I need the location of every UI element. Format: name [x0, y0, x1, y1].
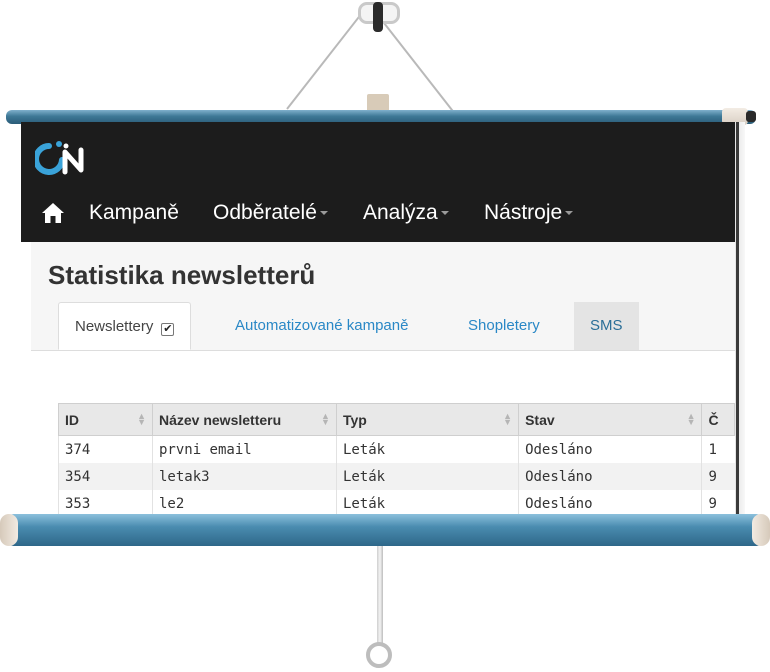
cell-typ: Leták [335, 490, 519, 517]
table-row[interactable]: 353 le2 Leták Odesláno 9 [58, 490, 735, 517]
projection-screen: Kampaně Odběratelé Analýza Nástroje Stat… [21, 122, 735, 518]
pull-rod [377, 546, 383, 646]
cell-typ: Leták [335, 435, 519, 463]
nav-label: Odběratelé [213, 201, 317, 224]
column-label: Typ [342, 411, 367, 428]
cell-extra: 9 [701, 463, 735, 490]
table-row[interactable]: 354 letak3 Leták Odesláno 9 [58, 463, 735, 490]
cell-extra: 1 [701, 435, 735, 463]
on-logo-icon[interactable] [33, 132, 95, 185]
cell-nazev: letak3 [151, 463, 337, 490]
bottom-roller-cap-right [752, 514, 770, 546]
page-title: Statistika newsletterů [48, 260, 316, 290]
hook-clip [373, 2, 383, 32]
column-header-typ[interactable]: Typ ▲ ▼ [335, 403, 520, 436]
tab-automatizovane-kampane[interactable]: Automatizované kampaně [235, 302, 408, 350]
screen-rail [736, 122, 739, 518]
sort-icon: ▲ ▼ [686, 411, 696, 427]
tab-sms[interactable]: SMS [574, 302, 639, 350]
nav-item-odberatele[interactable]: Odběratelé [213, 201, 328, 225]
pull-ring-icon[interactable] [366, 642, 392, 668]
cell-typ: Leták [335, 463, 519, 490]
cell-stav: Odesláno [518, 435, 702, 463]
sort-icon: ▲ ▼ [137, 411, 146, 427]
bottom-roller-cap-left [0, 514, 18, 546]
chevron-down-icon [319, 211, 328, 216]
nav-item-analyza[interactable]: Analýza [363, 201, 449, 225]
cell-nazev: prvni email [151, 435, 337, 463]
tab-shopletery[interactable]: Shopletery [468, 302, 540, 350]
cell-id: 374 [58, 435, 153, 463]
top-roller-end [746, 111, 756, 122]
nav-item-nastroje[interactable]: Nástroje [484, 201, 574, 225]
column-label: Č [708, 411, 719, 428]
chevron-down-icon [565, 211, 574, 216]
chevron-down-icon [440, 211, 449, 216]
home-icon[interactable] [41, 202, 65, 229]
nav-label: Kampaně [89, 201, 179, 224]
newsletter-table: ID ▲ ▼ Název newsletteru ▲ ▼ Typ ▲ ▼ Stav ▲ ▼ Č … [58, 403, 735, 517]
cell-id: 353 [58, 490, 153, 517]
checkbox-icon[interactable]: ✔ [161, 323, 175, 336]
nav-item-kampane[interactable]: Kampaně [89, 201, 179, 225]
table-header-row: ID ▲ ▼ Název newsletteru ▲ ▼ Typ ▲ ▼ Stav ▲ ▼ Č [58, 403, 735, 436]
sort-icon: ▲ ▼ [503, 411, 513, 427]
column-header-nazev[interactable]: Název newsletteru ▲ ▼ [151, 403, 337, 436]
cell-stav: Odesláno [518, 463, 702, 490]
cell-extra: 9 [701, 490, 735, 517]
column-label: Název newsletteru [158, 411, 282, 428]
sort-icon: ▲ ▼ [321, 411, 330, 427]
table-row[interactable]: 374 prvni email Leták Odesláno 1 [58, 435, 735, 463]
column-header-extra[interactable]: Č [701, 403, 735, 436]
tab-label: Automatizované kampaně [235, 317, 409, 334]
column-label: Stav [525, 411, 555, 428]
tab-label: SMS [590, 317, 623, 334]
nav-label: Nástroje [484, 201, 563, 224]
tab-newslettery[interactable]: Newslettery ✔ [58, 302, 192, 350]
hanging-string-left [286, 3, 370, 110]
column-header-stav[interactable]: Stav ▲ ▼ [518, 403, 703, 436]
cell-stav: Odesláno [518, 490, 702, 517]
nav-label: Analýza [363, 201, 438, 224]
tab-label: Newslettery [75, 318, 154, 335]
tab-label: Shopletery [468, 317, 540, 334]
cell-nazev: le2 [151, 490, 337, 517]
cell-id: 354 [58, 463, 153, 490]
column-label: ID [65, 411, 79, 428]
column-header-id[interactable]: ID ▲ ▼ [58, 403, 153, 436]
bottom-roller [4, 514, 766, 546]
